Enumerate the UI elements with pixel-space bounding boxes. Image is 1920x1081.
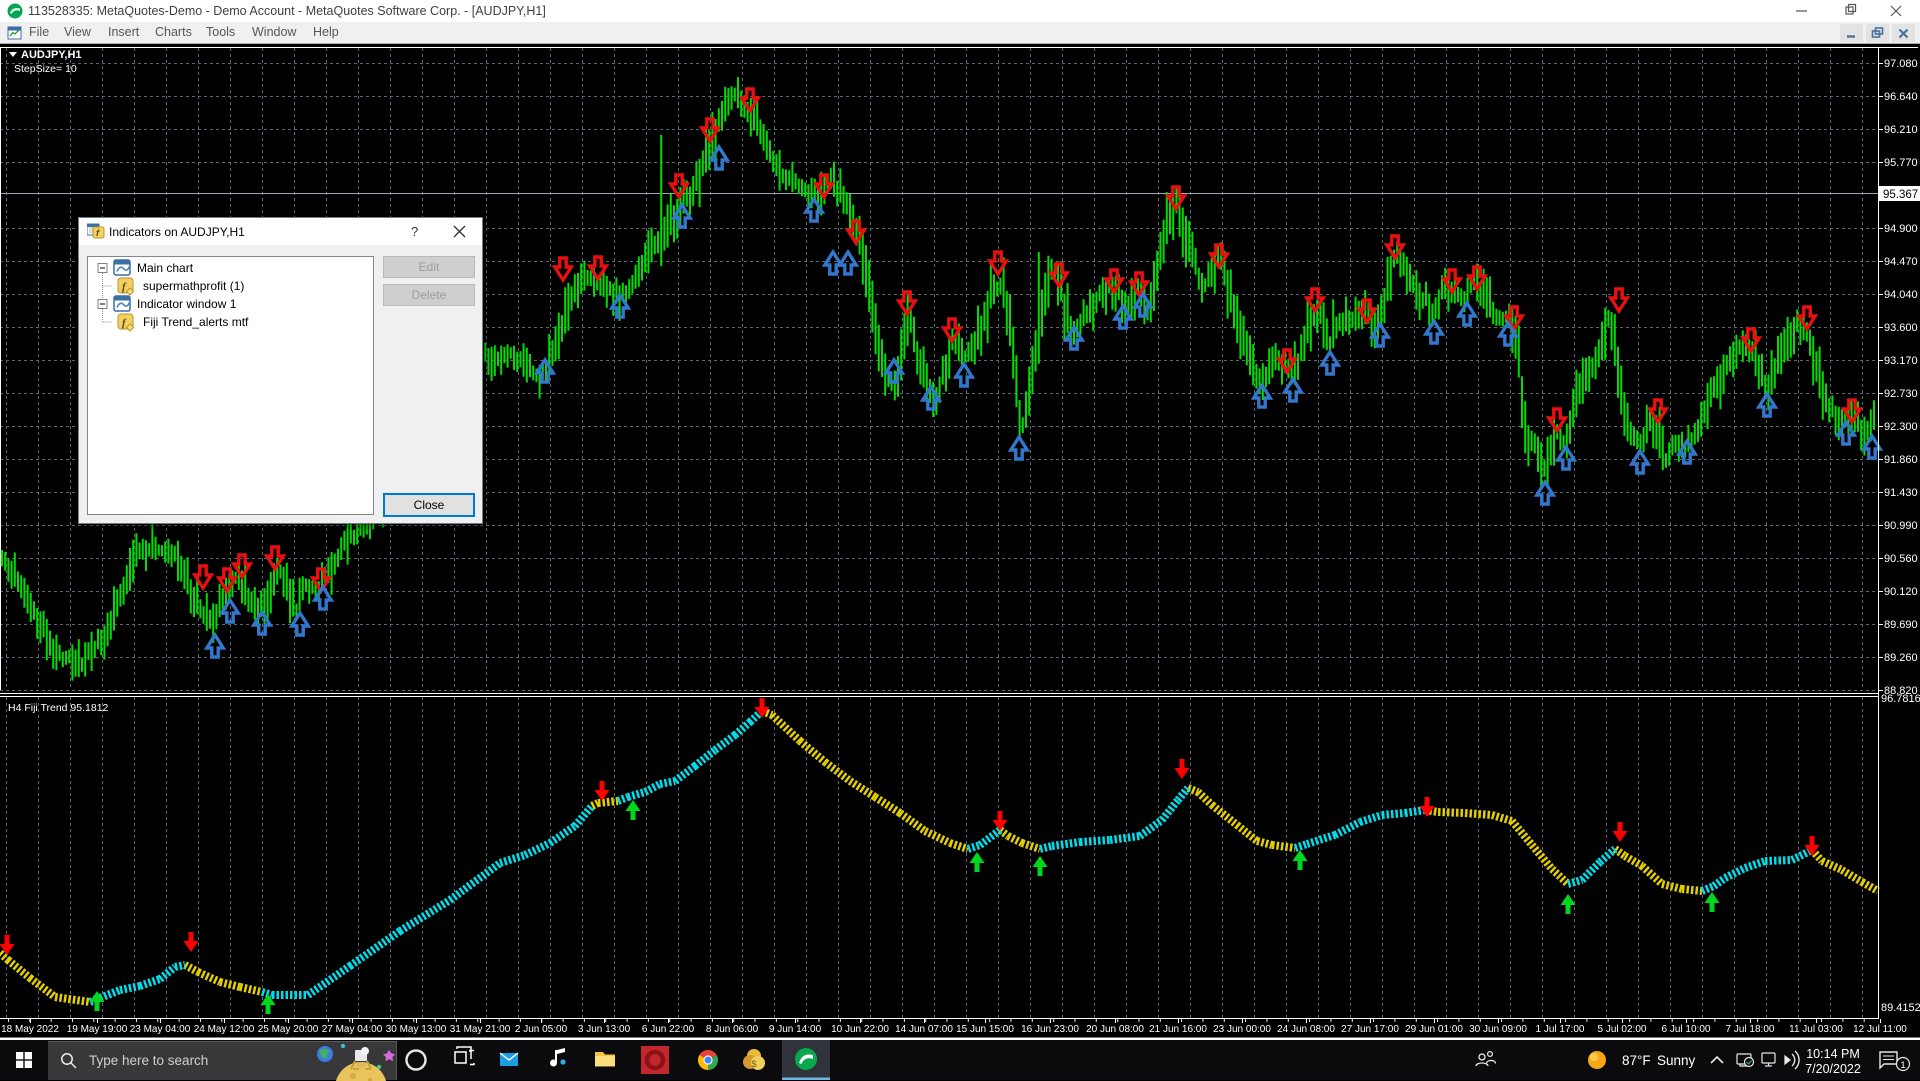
svg-text:16 Jun 23:00: 16 Jun 23:00 <box>1021 1024 1079 1035</box>
svg-text:24 May 12:00: 24 May 12:00 <box>194 1024 255 1035</box>
svg-text:30 May 13:00: 30 May 13:00 <box>386 1024 447 1035</box>
svg-text:94.040: 94.040 <box>1884 289 1918 301</box>
svg-text:93.600: 93.600 <box>1884 322 1918 334</box>
svg-text:StepSize= 10: StepSize= 10 <box>14 63 77 75</box>
svg-text:10:14 PM: 10:14 PM <box>1806 1047 1860 1061</box>
svg-text:12 Jul 11:00: 12 Jul 11:00 <box>1853 1024 1907 1035</box>
svg-text:87°F: 87°F <box>1622 1053 1651 1068</box>
svg-text:23 Jun 00:00: 23 Jun 00:00 <box>1213 1024 1271 1035</box>
svg-text:94.900: 94.900 <box>1884 223 1918 235</box>
svg-text:89.690: 89.690 <box>1884 619 1918 631</box>
svg-text:89.4152: 89.4152 <box>1881 1002 1920 1014</box>
svg-text:95.367: 95.367 <box>1883 189 1918 201</box>
svg-text:20 Jun 08:00: 20 Jun 08:00 <box>1086 1024 1144 1035</box>
svg-text:92.730: 92.730 <box>1884 388 1918 400</box>
svg-text:15 Jun 15:00: 15 Jun 15:00 <box>956 1024 1014 1035</box>
svg-text:9 Jun 14:00: 9 Jun 14:00 <box>769 1024 822 1035</box>
svg-text:6 Jun 22:00: 6 Jun 22:00 <box>642 1024 695 1035</box>
svg-text:8 Jun 06:00: 8 Jun 06:00 <box>706 1024 759 1035</box>
svg-text:27 May 04:00: 27 May 04:00 <box>322 1024 383 1035</box>
svg-text:95.770: 95.770 <box>1884 157 1918 169</box>
svg-text:6 Jul 10:00: 6 Jul 10:00 <box>1662 1024 1711 1035</box>
svg-text:Sunny: Sunny <box>1657 1053 1696 1068</box>
svg-text:11 Jul 03:00: 11 Jul 03:00 <box>1789 1024 1843 1035</box>
svg-text:24 Jun 08:00: 24 Jun 08:00 <box>1277 1024 1335 1035</box>
svg-text:7 Jul 18:00: 7 Jul 18:00 <box>1726 1024 1775 1035</box>
svg-text:29 Jun 01:00: 29 Jun 01:00 <box>1405 1024 1463 1035</box>
svg-text:96.7816: 96.7816 <box>1881 693 1920 705</box>
svg-text:7/20/2022: 7/20/2022 <box>1805 1062 1861 1076</box>
svg-text:21 Jun 16:00: 21 Jun 16:00 <box>1149 1024 1207 1035</box>
svg-text:14 Jun 07:00: 14 Jun 07:00 <box>895 1024 953 1035</box>
svg-text:92.300: 92.300 <box>1884 421 1918 433</box>
svg-text:89.260: 89.260 <box>1884 652 1918 664</box>
svg-text:1 Jul 17:00: 1 Jul 17:00 <box>1536 1024 1585 1035</box>
svg-text:$: $ <box>751 1059 756 1069</box>
svg-text:18 May 2022: 18 May 2022 <box>1 1024 59 1035</box>
svg-text:1: 1 <box>1900 1060 1905 1071</box>
svg-text:94.470: 94.470 <box>1884 256 1918 268</box>
svg-text:25 May 20:00: 25 May 20:00 <box>258 1024 319 1035</box>
svg-text:90.990: 90.990 <box>1884 520 1918 532</box>
svg-text:31 May 21:00: 31 May 21:00 <box>450 1024 511 1035</box>
svg-text:27 Jun 17:00: 27 Jun 17:00 <box>1341 1024 1399 1035</box>
svg-text:5 Jul 02:00: 5 Jul 02:00 <box>1598 1024 1647 1035</box>
svg-text:30 Jun 09:00: 30 Jun 09:00 <box>1469 1024 1527 1035</box>
svg-text:10 Jun 22:00: 10 Jun 22:00 <box>831 1024 889 1035</box>
svg-text:23 May 04:00: 23 May 04:00 <box>130 1024 191 1035</box>
svg-text:91.860: 91.860 <box>1884 454 1918 466</box>
svg-text:91.430: 91.430 <box>1884 487 1918 499</box>
svg-text:96.640: 96.640 <box>1884 91 1918 103</box>
svg-text:AUDJPY,H1: AUDJPY,H1 <box>21 49 82 61</box>
svg-text:2 Jun 05:00: 2 Jun 05:00 <box>515 1024 568 1035</box>
svg-text:90.560: 90.560 <box>1884 553 1918 565</box>
svg-text:97.080: 97.080 <box>1884 58 1918 70</box>
svg-text:19 May 19:00: 19 May 19:00 <box>67 1024 128 1035</box>
svg-text:93.170: 93.170 <box>1884 355 1918 367</box>
svg-text:3 Jun 13:00: 3 Jun 13:00 <box>578 1024 631 1035</box>
svg-text:96.210: 96.210 <box>1884 124 1918 136</box>
svg-text:90.120: 90.120 <box>1884 586 1918 598</box>
svg-text:H4 Fiji Trend 95.1812: H4 Fiji Trend 95.1812 <box>8 702 109 714</box>
